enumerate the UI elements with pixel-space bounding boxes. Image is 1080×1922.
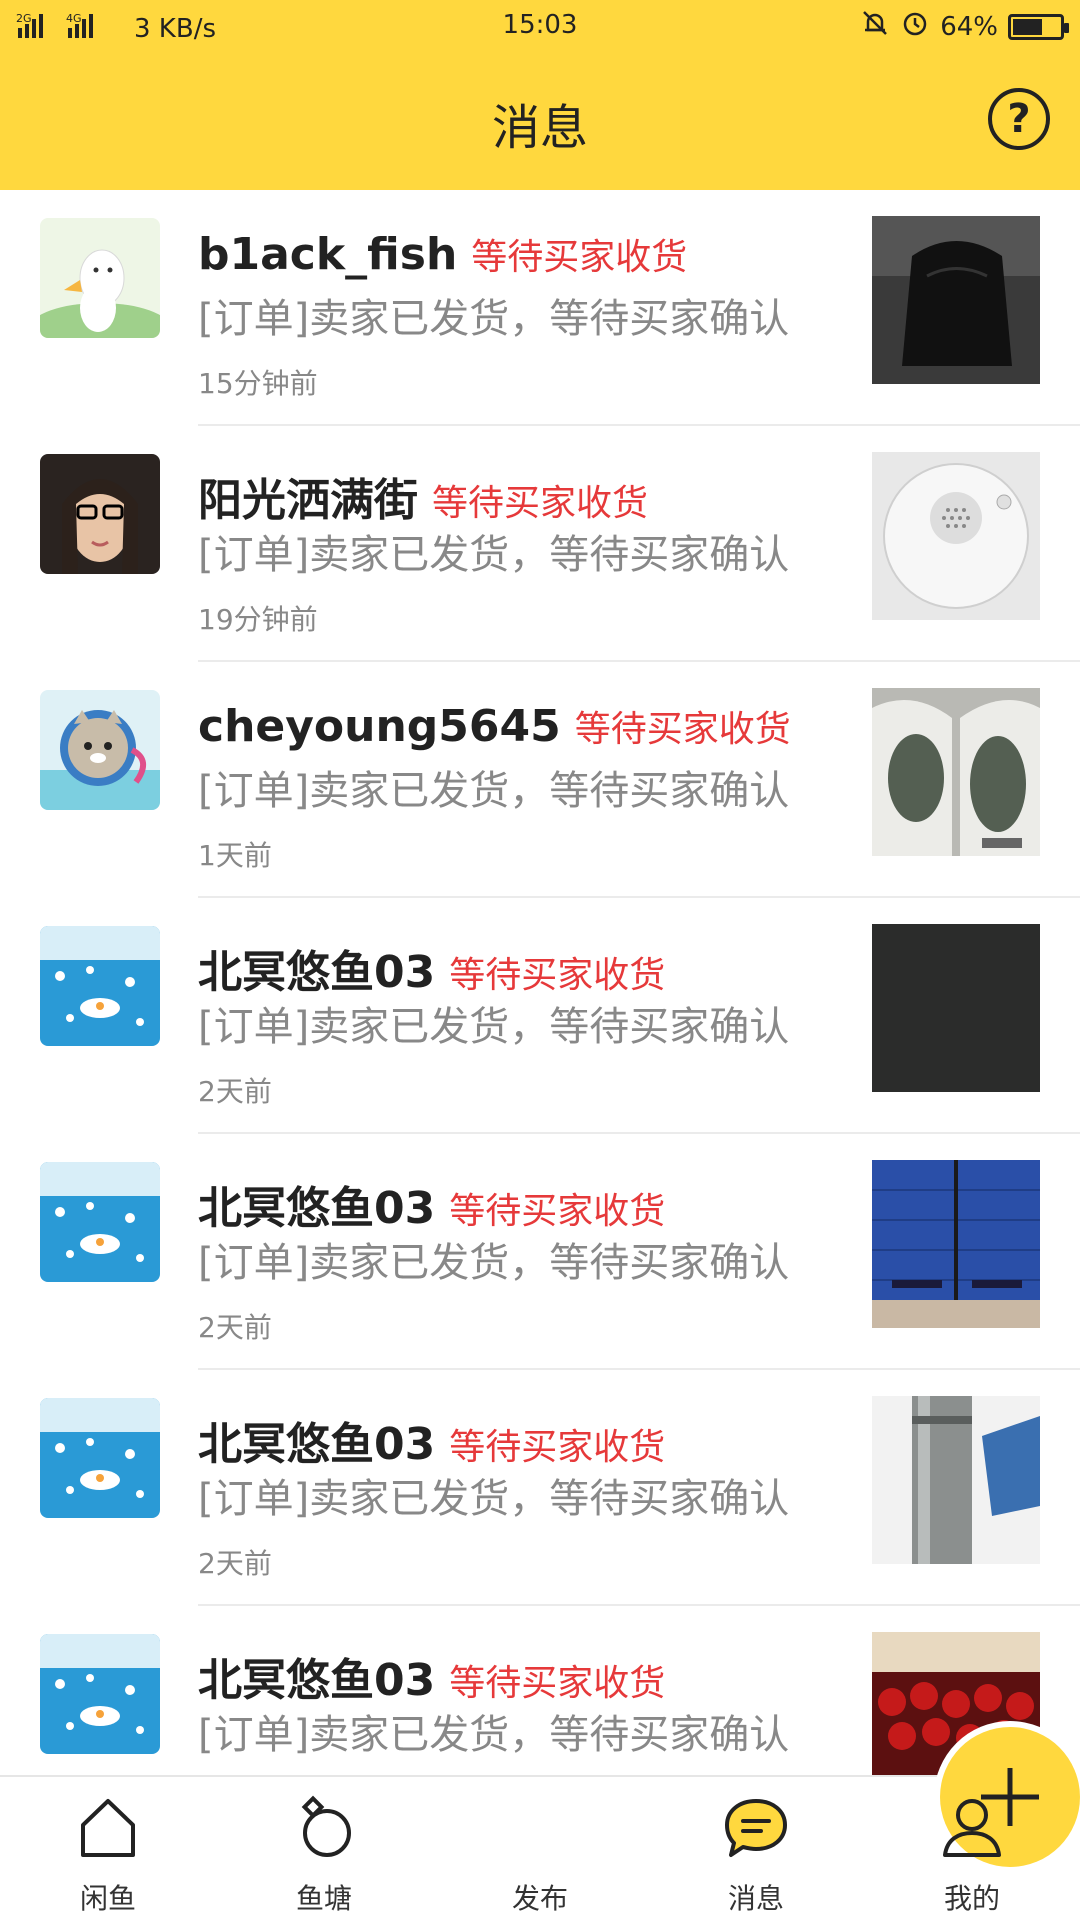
avatar[interactable]: [40, 1162, 160, 1282]
battery-fill: [1013, 18, 1043, 35]
message-time: 19分钟前: [198, 603, 318, 636]
username: 北冥悠鱼03: [198, 1419, 436, 1470]
user-icon: [943, 1799, 1001, 1857]
tab-label: 闲鱼: [79, 1882, 136, 1915]
tab-bar: 闲鱼 鱼塘 发布 消息 我的: [0, 1727, 1080, 1922]
message-time: 2天前: [198, 1075, 272, 1108]
username: b1ack_fish: [198, 229, 458, 280]
order-status: 等待买家收货: [449, 1191, 666, 1232]
item-thumbnail[interactable]: [872, 924, 1040, 1092]
message-snippet: [订单]卖家已发货，等待买家确认: [198, 1240, 790, 1286]
message-time: 15分钟前: [198, 367, 318, 400]
order-status: 等待买家收货: [449, 1427, 666, 1468]
order-status: 等待买家收货: [449, 955, 666, 996]
username: 阳光洒满街: [198, 475, 418, 526]
home-icon: [81, 1799, 135, 1857]
order-status: 等待买家收货: [471, 237, 688, 278]
avatar[interactable]: [40, 1634, 160, 1754]
avatar[interactable]: [40, 454, 160, 574]
pond-icon: [301, 1795, 351, 1857]
bell-muted-icon: [860, 8, 890, 45]
item-thumbnail[interactable]: [872, 452, 1040, 620]
message-row[interactable]: cheyoung5645 等待买家收货 [订单]卖家已发货，等待买家确认 1天前: [0, 662, 1080, 898]
status-bar: 2G 4G 3 KB/s 15:03 64%: [0, 0, 1080, 52]
tab-home[interactable]: 闲鱼: [38, 1777, 178, 1922]
tab-messages[interactable]: 消息: [686, 1777, 826, 1922]
message-row[interactable]: 北冥悠鱼03 等待买家收货 [订单]卖家已发货，等待买家确认 2天前: [0, 1370, 1080, 1606]
header: 消息 ?: [0, 52, 1080, 190]
message-snippet: [订单]卖家已发货，等待买家确认: [198, 532, 790, 578]
message-time: 1天前: [198, 839, 272, 872]
message-row[interactable]: 北冥悠鱼03 等待买家收货 [订单]卖家已发货，等待买家确认 2天前: [0, 1134, 1080, 1370]
help-button[interactable]: ?: [988, 88, 1050, 150]
message-snippet: [订单]卖家已发货，等待买家确认: [198, 1476, 790, 1522]
avatar[interactable]: [40, 218, 160, 338]
message-row[interactable]: 北冥悠鱼03 等待买家收货 [订单]卖家已发货，等待买家确认: [0, 1606, 1080, 1775]
message-time: 2天前: [198, 1547, 272, 1580]
order-status: 等待买家收货: [449, 1663, 666, 1704]
message-snippet: [订单]卖家已发货，等待买家确认: [198, 768, 790, 814]
tab-mine[interactable]: 我的: [902, 1777, 1042, 1922]
system-icons: 64%: [860, 8, 1069, 45]
battery-icon: [1008, 13, 1069, 40]
item-thumbnail[interactable]: [872, 1160, 1040, 1328]
avatar[interactable]: [40, 1398, 160, 1518]
tab-label: 鱼塘: [295, 1882, 352, 1915]
order-status: 等待买家收货: [432, 483, 649, 524]
message-snippet: [订单]卖家已发货，等待买家确认: [198, 1004, 790, 1050]
username: 北冥悠鱼03: [198, 1183, 436, 1234]
username: cheyoung5645: [198, 701, 561, 752]
tab-publish[interactable]: 发布: [470, 1727, 1080, 1922]
page-title: 消息: [491, 100, 588, 156]
message-snippet: [订单]卖家已发货，等待买家确认: [198, 296, 790, 342]
message-row[interactable]: 北冥悠鱼03 等待买家收货 [订单]卖家已发货，等待买家确认 2天前: [0, 898, 1080, 1134]
tab-pond[interactable]: 鱼塘: [254, 1777, 394, 1922]
message-row[interactable]: 阳光洒满街 等待买家收货 [订单]卖家已发货，等待买家确认 19分钟前: [0, 426, 1080, 662]
order-status: 等待买家收货: [574, 709, 791, 750]
tab-label: 发布: [511, 1882, 568, 1915]
message-list[interactable]: b1ack_fish 等待买家收货 [订单]卖家已发货，等待买家确认 15分钟前: [0, 190, 1080, 1775]
tab-label: 消息: [727, 1882, 784, 1915]
chat-bubble-icon: [725, 1799, 787, 1857]
item-thumbnail[interactable]: [872, 216, 1040, 384]
tab-label: 我的: [943, 1882, 1000, 1915]
message-row[interactable]: b1ack_fish 等待买家收货 [订单]卖家已发货，等待买家确认 15分钟前: [0, 190, 1080, 426]
avatar[interactable]: [40, 926, 160, 1046]
item-thumbnail[interactable]: [872, 1396, 1040, 1564]
message-snippet: [订单]卖家已发货，等待买家确认: [198, 1712, 790, 1758]
avatar[interactable]: [40, 690, 160, 810]
message-time: 2天前: [198, 1311, 272, 1344]
username: 北冥悠鱼03: [198, 1655, 436, 1706]
item-thumbnail[interactable]: [872, 688, 1040, 856]
username: 北冥悠鱼03: [198, 947, 436, 998]
battery-percent: 64%: [940, 11, 998, 42]
alarm-icon: [900, 8, 930, 45]
